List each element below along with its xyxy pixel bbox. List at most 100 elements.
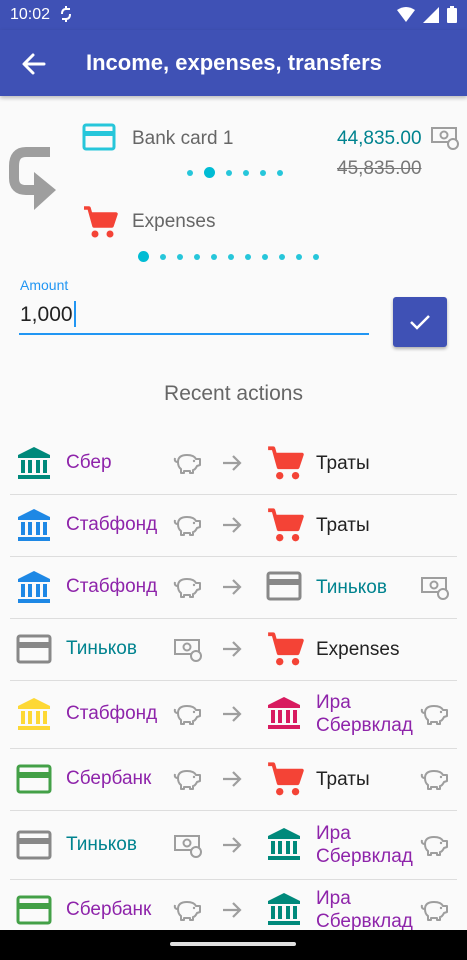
page-dot[interactable] bbox=[226, 169, 232, 176]
navigation-bar bbox=[0, 930, 467, 960]
amount-value: 1,000 bbox=[20, 303, 73, 326]
cart-icon bbox=[266, 630, 304, 673]
card-icon bbox=[16, 631, 52, 672]
page-dot[interactable] bbox=[211, 253, 217, 260]
recent-action-row[interactable]: Стабфонд Ира Сбервклад bbox=[10, 680, 457, 749]
card-icon bbox=[16, 761, 52, 802]
bank-icon bbox=[16, 445, 52, 486]
money-icon bbox=[420, 574, 450, 607]
cart-icon bbox=[266, 506, 304, 549]
arrow-right-icon bbox=[221, 577, 243, 602]
from-account-name: Сбербанк bbox=[66, 899, 152, 920]
page-dot[interactable] bbox=[313, 253, 319, 260]
to-account-name: Траты bbox=[316, 453, 370, 474]
page-dot[interactable] bbox=[138, 251, 149, 262]
page-dot[interactable] bbox=[204, 167, 215, 178]
piggy-bank-icon bbox=[173, 574, 203, 605]
source-account[interactable]: Bank card 1 44,835.00 45,835.00 bbox=[82, 120, 460, 179]
recent-action-row[interactable]: Тиньков Expenses bbox=[10, 618, 457, 681]
source-page-indicator bbox=[187, 167, 283, 178]
destination-account[interactable]: Expenses bbox=[82, 202, 457, 242]
piggy-bank-icon bbox=[420, 701, 450, 732]
to-account-name: Ира Сбервклад bbox=[316, 692, 413, 736]
piggy-bank-icon bbox=[173, 766, 203, 797]
recent-action-row[interactable]: Стабфонд Траты bbox=[10, 494, 457, 557]
page-dot[interactable] bbox=[279, 253, 285, 260]
piggy-bank-icon bbox=[420, 766, 450, 797]
from-account-name: Стабфонд bbox=[66, 514, 158, 535]
card-icon bbox=[16, 827, 52, 868]
from-account-name: Сбер bbox=[66, 452, 112, 473]
money-icon bbox=[173, 832, 203, 865]
page-dot[interactable] bbox=[245, 253, 251, 260]
cart-icon bbox=[266, 760, 304, 803]
source-account-name: Bank card 1 bbox=[132, 128, 234, 149]
bank-icon bbox=[16, 696, 52, 737]
destination-account-name: Expenses bbox=[132, 211, 216, 232]
piggy-bank-icon bbox=[173, 512, 203, 543]
from-account-name: Сбербанк bbox=[66, 768, 152, 789]
bank-icon bbox=[16, 569, 52, 610]
source-balance-old: 45,835.00 bbox=[337, 158, 422, 179]
page-dot[interactable] bbox=[243, 169, 249, 176]
confirm-button[interactable] bbox=[393, 297, 447, 347]
cart-icon bbox=[82, 204, 118, 245]
page-title: Income, expenses, transfers bbox=[86, 50, 382, 75]
text-cursor bbox=[73, 300, 76, 327]
bank-icon bbox=[266, 891, 302, 932]
page-dot[interactable] bbox=[187, 169, 193, 176]
piggy-bank-icon bbox=[173, 450, 203, 481]
piggy-bank-icon bbox=[420, 832, 450, 863]
page-dot[interactable] bbox=[277, 169, 283, 176]
recent-action-row[interactable]: Сбер Траты bbox=[10, 432, 457, 495]
card-icon bbox=[82, 122, 116, 157]
amount-label: Amount bbox=[20, 277, 69, 293]
piggy-bank-icon bbox=[173, 897, 203, 928]
to-account-name: Траты bbox=[316, 769, 370, 790]
arrow-right-icon bbox=[221, 769, 243, 794]
page-dot[interactable] bbox=[194, 253, 200, 260]
battery-icon bbox=[447, 6, 457, 28]
app-bar: Income, expenses, transfers bbox=[0, 30, 467, 96]
amount-underline bbox=[19, 333, 369, 335]
recent-action-row[interactable]: Тиньков Ира Сбервклад bbox=[10, 810, 457, 880]
status-time: 10:02 bbox=[10, 6, 51, 23]
to-account-name: Ира Сбервклад bbox=[316, 822, 413, 867]
from-account-name: Стабфонд bbox=[66, 703, 158, 724]
amount-input[interactable]: 1,000 bbox=[20, 300, 76, 327]
status-bar: 10:02 bbox=[0, 0, 467, 30]
money-icon bbox=[173, 636, 203, 669]
recent-action-row[interactable]: Сбербанк Траты bbox=[10, 748, 457, 811]
arrow-right-icon bbox=[221, 639, 243, 664]
money-icon bbox=[430, 124, 460, 157]
page-dot[interactable] bbox=[262, 253, 268, 260]
home-gesture-handle[interactable] bbox=[170, 942, 296, 946]
page-dot[interactable] bbox=[160, 253, 166, 260]
source-balance-new: 44,835.00 bbox=[337, 128, 422, 149]
recent-actions-title: Recent actions bbox=[164, 382, 303, 405]
transfer-arrow-icon bbox=[4, 140, 68, 221]
arrow-right-icon bbox=[221, 515, 243, 540]
sync-icon bbox=[60, 5, 72, 26]
arrow-right-icon bbox=[221, 900, 243, 925]
page-dot[interactable] bbox=[260, 169, 266, 176]
from-account-name: Тиньков bbox=[66, 638, 137, 659]
from-account-name: Стабфонд bbox=[66, 576, 158, 597]
arrow-right-icon bbox=[221, 704, 243, 729]
to-account-name: Тиньков bbox=[316, 577, 387, 598]
bank-icon bbox=[266, 695, 302, 736]
page-dot[interactable] bbox=[177, 253, 183, 260]
page-dot[interactable] bbox=[228, 253, 234, 260]
destination-page-indicator bbox=[138, 251, 319, 262]
page-dot[interactable] bbox=[296, 253, 302, 260]
arrow-right-icon bbox=[221, 453, 243, 478]
bank-icon bbox=[266, 826, 302, 867]
bank-icon bbox=[16, 507, 52, 548]
back-arrow-icon[interactable] bbox=[20, 50, 48, 78]
recent-action-row[interactable]: Стабфонд Тиньков bbox=[10, 556, 457, 619]
arrow-right-icon bbox=[221, 835, 243, 860]
card-icon bbox=[266, 568, 302, 609]
signal-icon bbox=[423, 6, 439, 28]
piggy-bank-icon bbox=[173, 701, 203, 732]
wifi-icon bbox=[397, 6, 415, 28]
